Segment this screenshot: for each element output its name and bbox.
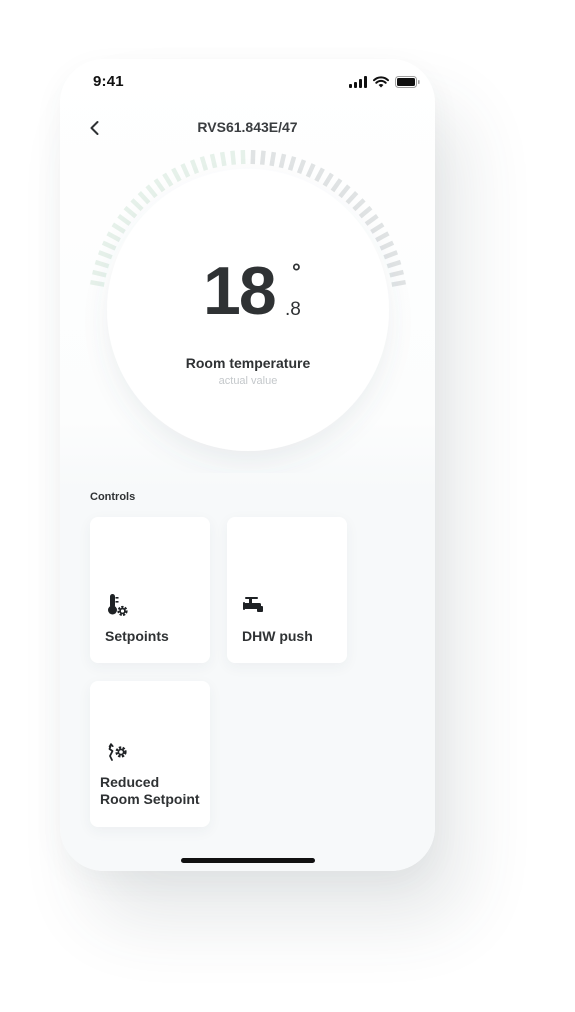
dial-tick	[199, 156, 209, 171]
dial-tick	[92, 269, 107, 278]
dial-tick	[345, 191, 359, 205]
phone-screen: 9:41 RVS61.843E/47 18 .8 ° Room temperat…	[60, 59, 435, 871]
dial-tick	[338, 184, 351, 199]
faucet-icon	[243, 597, 263, 612]
setpoints-tile[interactable]: Setpoints	[90, 517, 210, 663]
temperature-value: 18	[203, 253, 277, 329]
dial-tick	[314, 167, 325, 183]
reduced-room-setpoint-label: Reduced Room Setpoint	[100, 774, 200, 807]
dial-tick	[145, 184, 158, 199]
dial-tick	[287, 156, 297, 171]
dial-tick	[189, 159, 200, 175]
dial-tick	[219, 151, 227, 167]
dial-tick	[259, 150, 266, 165]
temperature-sublabel: actual value	[218, 375, 278, 387]
dial-tick	[162, 172, 174, 187]
temperature-label: Room temperature	[185, 355, 311, 371]
signal-icon	[349, 76, 367, 88]
dial-tick	[305, 163, 316, 178]
dhw-push-label: DHW push	[242, 628, 313, 644]
dial-tick	[383, 250, 399, 260]
page-title: RVS61.843E/47	[197, 119, 298, 135]
dial-tick	[130, 198, 144, 212]
dial-tick	[391, 280, 406, 287]
battery-icon	[395, 76, 420, 88]
controls-heading: Controls	[90, 491, 136, 503]
dial-tick	[379, 240, 395, 251]
dial-tick	[137, 191, 151, 205]
status-icons	[349, 75, 420, 89]
dial-tick	[375, 231, 390, 243]
dial-tick	[123, 205, 138, 219]
setpoints-label: Setpoints	[105, 628, 169, 644]
dial-tick	[322, 172, 334, 187]
dial-tick	[370, 222, 385, 234]
dial-tick	[386, 259, 402, 269]
dial-tick	[90, 280, 105, 287]
navigation-bar: RVS61.843E/47	[60, 111, 435, 145]
dhw-push-tile[interactable]: DHW push	[227, 517, 347, 663]
dial-tick	[358, 205, 373, 219]
dial-tick	[296, 159, 307, 175]
dial-tick	[97, 250, 113, 260]
dial-tick	[153, 178, 166, 193]
dial-tick	[117, 214, 132, 226]
home-indicator[interactable]	[181, 858, 315, 863]
temperature-fraction: .8	[285, 299, 301, 320]
temperature-dial: 18 .8 ° Room temperature actual value	[85, 147, 411, 473]
status-time: 9:41	[93, 73, 124, 90]
dial-tick	[111, 222, 126, 234]
dial-tick	[106, 231, 121, 243]
dial-tick	[364, 214, 379, 226]
dial-tick	[278, 153, 287, 169]
thermometer-gear-icon	[108, 594, 128, 617]
dial-tick	[180, 163, 191, 178]
reduced-setpoint-gear-icon	[108, 743, 127, 761]
degree-symbol: °	[292, 259, 301, 284]
dial-tick	[94, 259, 110, 269]
status-bar: 9:41	[60, 59, 435, 105]
dial-tick	[330, 178, 343, 193]
dial-tick	[101, 240, 117, 251]
dial-tick	[209, 153, 218, 169]
dial-tick	[269, 151, 277, 167]
dial-tick	[389, 269, 404, 278]
dial-tick	[352, 198, 366, 212]
wifi-icon	[373, 76, 389, 88]
dial-tick	[171, 167, 182, 183]
dial-tick	[230, 150, 237, 165]
reduced-room-setpoint-tile[interactable]: Reduced Room Setpoint	[90, 681, 210, 827]
